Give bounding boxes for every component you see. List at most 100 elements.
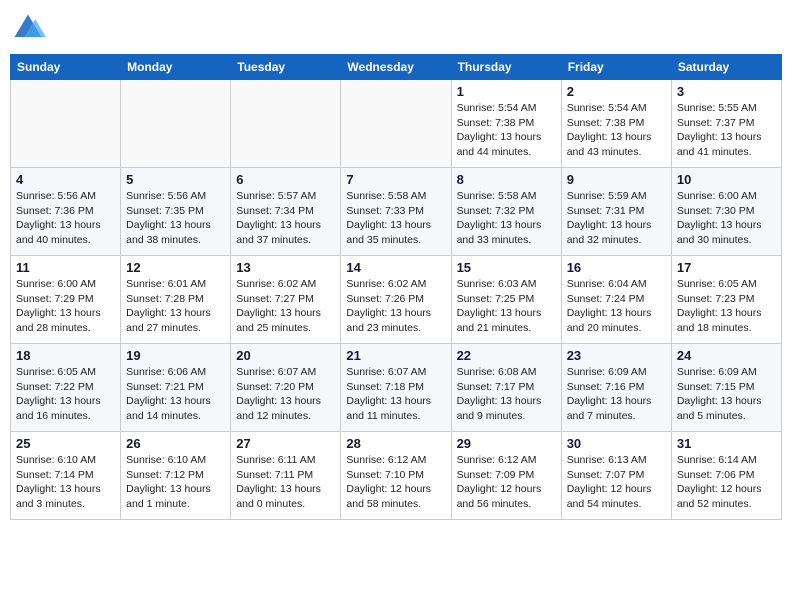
day-info: Sunrise: 6:12 AMSunset: 7:09 PMDaylight:… bbox=[457, 453, 556, 512]
calendar-week-row: 11 Sunrise: 6:00 AMSunset: 7:29 PMDayligh… bbox=[11, 256, 782, 344]
calendar-cell: 9Sunrise: 5:59 AMSunset: 7:31 PMDaylight… bbox=[561, 168, 671, 256]
calendar-header-row: SundayMondayTuesdayWednesdayThursdayFrid… bbox=[11, 55, 782, 80]
calendar-cell: 16 Sunrise: 6:04 AMSunset: 7:24 PMDayligh… bbox=[561, 256, 671, 344]
day-info: Sunrise: 6:03 AMSunset: 7:25 PMDaylight:… bbox=[457, 277, 556, 336]
calendar-cell: 2 Sunrise: 5:54 AMSunset: 7:38 PMDaylight… bbox=[561, 80, 671, 168]
day-info: Sunrise: 6:05 AMSunset: 7:22 PMDaylight:… bbox=[16, 365, 115, 424]
day-info: Sunrise: 6:08 AMSunset: 7:17 PMDaylight:… bbox=[457, 365, 556, 424]
calendar-week-row: 25Sunrise: 6:10 AMSunset: 7:14 PMDayligh… bbox=[11, 432, 782, 520]
day-number: 8 bbox=[457, 172, 556, 187]
calendar-cell bbox=[341, 80, 451, 168]
calendar-cell: 18 Sunrise: 6:05 AMSunset: 7:22 PMDayligh… bbox=[11, 344, 121, 432]
day-info: Sunrise: 6:00 AMSunset: 7:30 PMDaylight:… bbox=[677, 189, 776, 248]
column-header-wednesday: Wednesday bbox=[341, 55, 451, 80]
day-number: 16 bbox=[567, 260, 666, 275]
page-header bbox=[10, 10, 782, 46]
day-info: Sunrise: 5:57 AMSunset: 7:34 PMDaylight:… bbox=[236, 189, 335, 248]
calendar-cell: 6 Sunrise: 5:57 AMSunset: 7:34 PMDaylight… bbox=[231, 168, 341, 256]
calendar-cell bbox=[11, 80, 121, 168]
calendar-cell: 21Sunrise: 6:07 AMSunset: 7:18 PMDayligh… bbox=[341, 344, 451, 432]
day-number: 15 bbox=[457, 260, 556, 275]
calendar-cell: 10 Sunrise: 6:00 AMSunset: 7:30 PMDayligh… bbox=[671, 168, 781, 256]
calendar-cell: 1 Sunrise: 5:54 AMSunset: 7:38 PMDaylight… bbox=[451, 80, 561, 168]
day-number: 18 bbox=[16, 348, 115, 363]
column-header-friday: Friday bbox=[561, 55, 671, 80]
day-number: 6 bbox=[236, 172, 335, 187]
day-number: 31 bbox=[677, 436, 776, 451]
day-info: Sunrise: 5:55 AMSunset: 7:37 PMDaylight:… bbox=[677, 101, 776, 160]
day-info: Sunrise: 5:56 AMSunset: 7:35 PMDaylight:… bbox=[126, 189, 225, 248]
day-info: Sunrise: 6:07 AMSunset: 7:18 PMDaylight:… bbox=[346, 365, 445, 424]
calendar-cell: 26 Sunrise: 6:10 AMSunset: 7:12 PMDayligh… bbox=[121, 432, 231, 520]
day-info: Sunrise: 6:09 AMSunset: 7:16 PMDaylight:… bbox=[567, 365, 666, 424]
day-info: Sunrise: 6:07 AMSunset: 7:20 PMDaylight:… bbox=[236, 365, 335, 424]
day-number: 20 bbox=[236, 348, 335, 363]
day-number: 7 bbox=[346, 172, 445, 187]
day-info: Sunrise: 5:54 AMSunset: 7:38 PMDaylight:… bbox=[567, 101, 666, 160]
logo bbox=[10, 10, 50, 46]
day-info: Sunrise: 6:10 AMSunset: 7:12 PMDaylight:… bbox=[126, 453, 225, 512]
day-number: 22 bbox=[457, 348, 556, 363]
day-info: Sunrise: 5:58 AMSunset: 7:33 PMDaylight:… bbox=[346, 189, 445, 248]
day-number: 14 bbox=[346, 260, 445, 275]
calendar-cell: 14Sunrise: 6:02 AMSunset: 7:26 PMDayligh… bbox=[341, 256, 451, 344]
day-number: 23 bbox=[567, 348, 666, 363]
day-number: 27 bbox=[236, 436, 335, 451]
calendar-cell: 12Sunrise: 6:01 AMSunset: 7:28 PMDayligh… bbox=[121, 256, 231, 344]
day-info: Sunrise: 6:06 AMSunset: 7:21 PMDaylight:… bbox=[126, 365, 225, 424]
day-info: Sunrise: 5:56 AMSunset: 7:36 PMDaylight:… bbox=[16, 189, 115, 248]
day-info: Sunrise: 5:59 AMSunset: 7:31 PMDaylight:… bbox=[567, 189, 666, 248]
day-info: Sunrise: 6:04 AMSunset: 7:24 PMDaylight:… bbox=[567, 277, 666, 336]
column-header-monday: Monday bbox=[121, 55, 231, 80]
day-number: 29 bbox=[457, 436, 556, 451]
day-number: 12 bbox=[126, 260, 225, 275]
day-info: Sunrise: 6:00 AMSunset: 7:29 PMDaylight:… bbox=[16, 277, 115, 336]
logo-icon bbox=[10, 10, 46, 46]
column-header-tuesday: Tuesday bbox=[231, 55, 341, 80]
calendar-cell: 31Sunrise: 6:14 AMSunset: 7:06 PMDayligh… bbox=[671, 432, 781, 520]
day-info: Sunrise: 6:05 AMSunset: 7:23 PMDaylight:… bbox=[677, 277, 776, 336]
calendar-cell: 5 Sunrise: 5:56 AMSunset: 7:35 PMDaylight… bbox=[121, 168, 231, 256]
day-number: 1 bbox=[457, 84, 556, 99]
calendar-cell: 30 Sunrise: 6:13 AMSunset: 7:07 PMDayligh… bbox=[561, 432, 671, 520]
day-info: Sunrise: 6:09 AMSunset: 7:15 PMDaylight:… bbox=[677, 365, 776, 424]
calendar-cell: 4 Sunrise: 5:56 AMSunset: 7:36 PMDaylight… bbox=[11, 168, 121, 256]
calendar-cell: 25Sunrise: 6:10 AMSunset: 7:14 PMDayligh… bbox=[11, 432, 121, 520]
day-info: Sunrise: 6:12 AMSunset: 7:10 PMDaylight:… bbox=[346, 453, 445, 512]
column-header-saturday: Saturday bbox=[671, 55, 781, 80]
calendar-cell: 13Sunrise: 6:02 AMSunset: 7:27 PMDayligh… bbox=[231, 256, 341, 344]
calendar-cell: 17 Sunrise: 6:05 AMSunset: 7:23 PMDayligh… bbox=[671, 256, 781, 344]
day-number: 17 bbox=[677, 260, 776, 275]
day-number: 10 bbox=[677, 172, 776, 187]
day-info: Sunrise: 5:54 AMSunset: 7:38 PMDaylight:… bbox=[457, 101, 556, 160]
day-number: 30 bbox=[567, 436, 666, 451]
day-number: 13 bbox=[236, 260, 335, 275]
calendar-cell: 19 Sunrise: 6:06 AMSunset: 7:21 PMDayligh… bbox=[121, 344, 231, 432]
day-number: 5 bbox=[126, 172, 225, 187]
day-number: 4 bbox=[16, 172, 115, 187]
day-info: Sunrise: 6:11 AMSunset: 7:11 PMDaylight:… bbox=[236, 453, 335, 512]
day-number: 11 bbox=[16, 260, 115, 275]
calendar-week-row: 18 Sunrise: 6:05 AMSunset: 7:22 PMDayligh… bbox=[11, 344, 782, 432]
day-number: 19 bbox=[126, 348, 225, 363]
calendar-cell: 15 Sunrise: 6:03 AMSunset: 7:25 PMDayligh… bbox=[451, 256, 561, 344]
calendar-cell: 27 Sunrise: 6:11 AMSunset: 7:11 PMDayligh… bbox=[231, 432, 341, 520]
calendar-cell: 22 Sunrise: 6:08 AMSunset: 7:17 PMDayligh… bbox=[451, 344, 561, 432]
calendar-cell bbox=[121, 80, 231, 168]
calendar-table: SundayMondayTuesdayWednesdayThursdayFrid… bbox=[10, 54, 782, 520]
day-number: 2 bbox=[567, 84, 666, 99]
day-number: 3 bbox=[677, 84, 776, 99]
calendar-cell: 28 Sunrise: 6:12 AMSunset: 7:10 PMDayligh… bbox=[341, 432, 451, 520]
calendar-week-row: 4 Sunrise: 5:56 AMSunset: 7:36 PMDaylight… bbox=[11, 168, 782, 256]
day-number: 26 bbox=[126, 436, 225, 451]
calendar-cell: 3 Sunrise: 5:55 AMSunset: 7:37 PMDaylight… bbox=[671, 80, 781, 168]
calendar-cell: 7 Sunrise: 5:58 AMSunset: 7:33 PMDaylight… bbox=[341, 168, 451, 256]
calendar-cell: 23 Sunrise: 6:09 AMSunset: 7:16 PMDayligh… bbox=[561, 344, 671, 432]
column-header-thursday: Thursday bbox=[451, 55, 561, 80]
calendar-cell: 8Sunrise: 5:58 AMSunset: 7:32 PMDaylight… bbox=[451, 168, 561, 256]
day-info: Sunrise: 6:13 AMSunset: 7:07 PMDaylight:… bbox=[567, 453, 666, 512]
calendar-week-row: 1 Sunrise: 5:54 AMSunset: 7:38 PMDaylight… bbox=[11, 80, 782, 168]
calendar-cell: 29 Sunrise: 6:12 AMSunset: 7:09 PMDayligh… bbox=[451, 432, 561, 520]
day-number: 28 bbox=[346, 436, 445, 451]
day-number: 25 bbox=[16, 436, 115, 451]
